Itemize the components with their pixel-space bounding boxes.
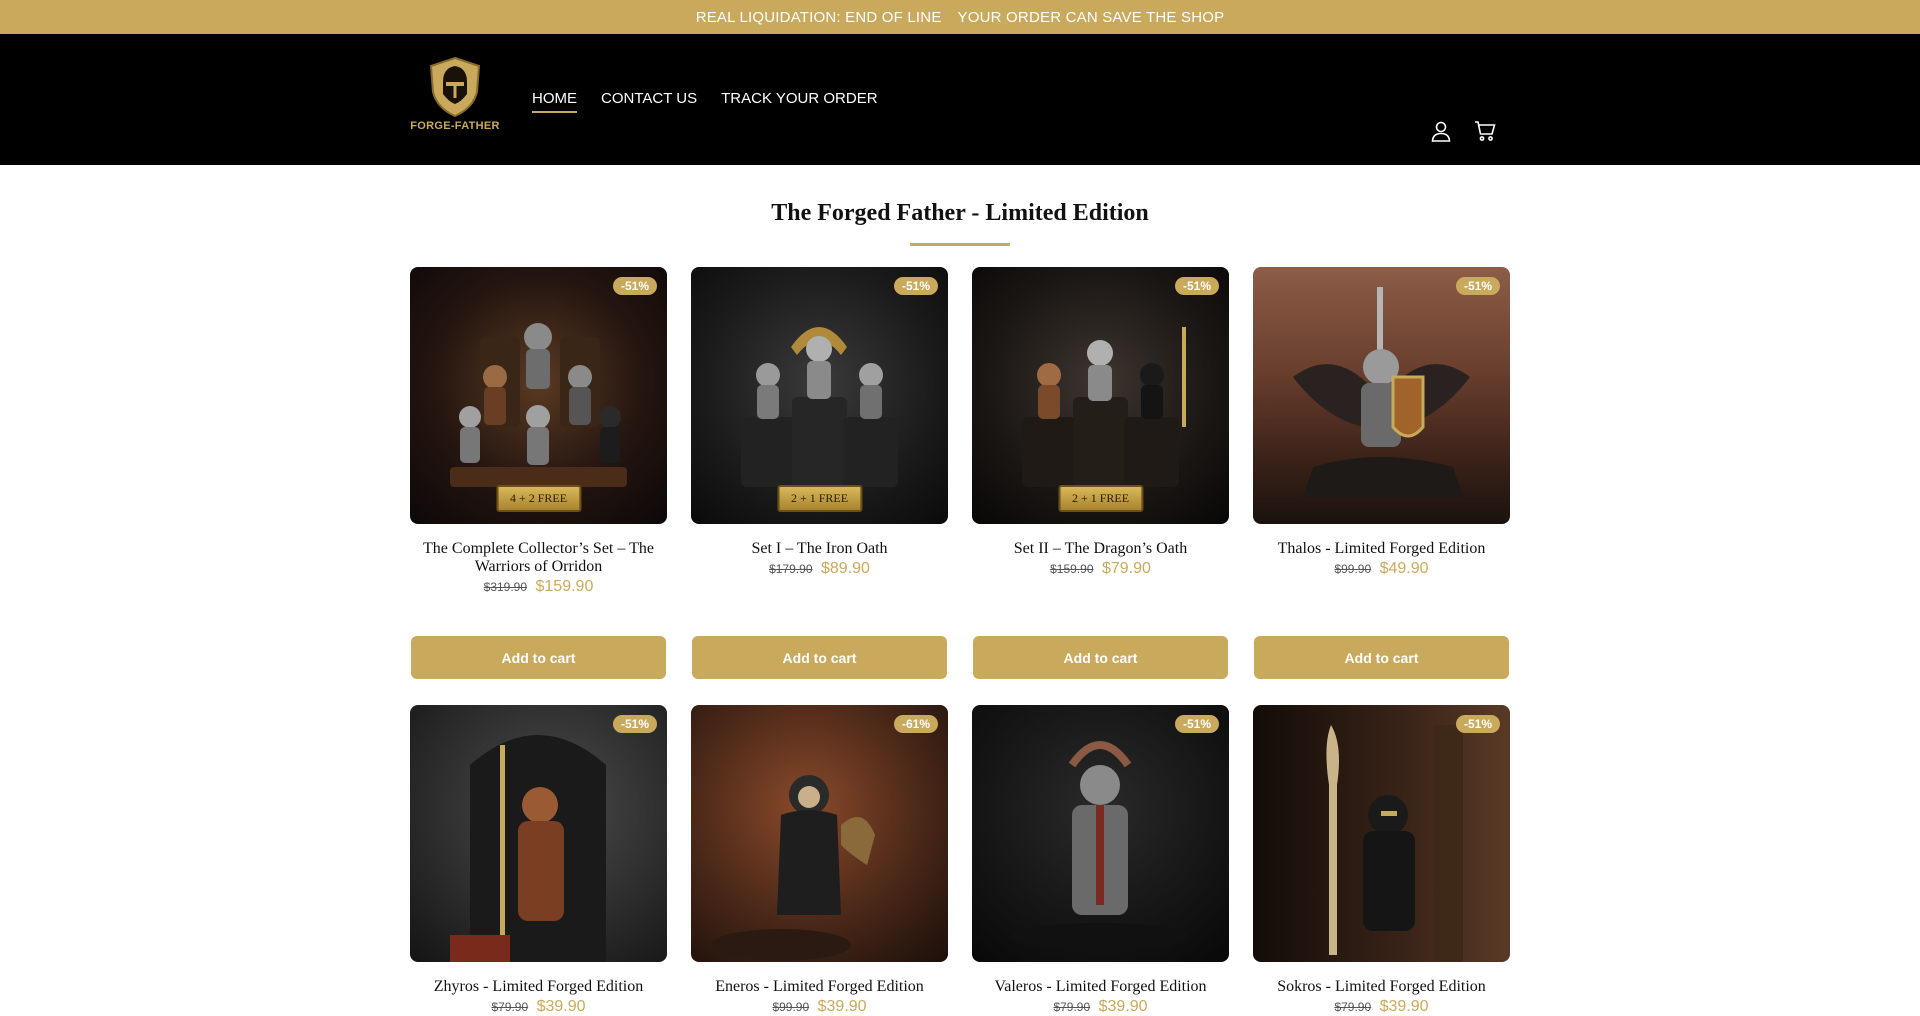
- promo-label: 2 + 1 FREE: [776, 485, 863, 512]
- cart-icon[interactable]: [1474, 120, 1496, 142]
- product-title[interactable]: Thalos - Limited Forged Edition: [1253, 540, 1510, 558]
- product-title[interactable]: Valeros - Limited Forged Edition: [972, 978, 1229, 996]
- promo-label: 2 + 1 FREE: [1057, 485, 1144, 512]
- figure-valeros-image: [1010, 741, 1190, 951]
- add-to-cart-button[interactable]: Add to cart: [973, 636, 1228, 679]
- discount-badge: -51%: [1455, 277, 1500, 295]
- announcement-right: YOUR ORDER CAN SAVE THE SHOP: [957, 8, 1225, 26]
- helmet-shield-icon: [429, 56, 481, 118]
- discount-badge: -51%: [1455, 715, 1500, 733]
- old-price: $159.90: [1050, 562, 1094, 576]
- product-card[interactable]: -51% Sokros - Limited Forged Edition $79…: [1253, 705, 1510, 1016]
- sale-price: $79.90: [1101, 560, 1151, 577]
- product-title[interactable]: Set II – The Dragon’s Oath: [972, 540, 1229, 558]
- product-title[interactable]: Set I – The Iron Oath: [691, 540, 948, 558]
- price-row: $179.90 $89.90: [691, 560, 948, 578]
- old-price: $179.90: [769, 562, 813, 576]
- product-card[interactable]: -51% Valeros - Limited Forged Edition $7…: [972, 705, 1229, 1016]
- discount-badge: -61%: [893, 715, 938, 733]
- sale-price: $39.90: [536, 998, 586, 1015]
- product-image[interactable]: -51% 4 + 2 FREE: [410, 267, 667, 524]
- header-icons: [1430, 120, 1496, 142]
- promo-label: 4 + 2 FREE: [495, 485, 582, 512]
- product-title[interactable]: Zhyros - Limited Forged Edition: [410, 978, 667, 996]
- figure-zhyros-image: [450, 735, 606, 962]
- price-row: $79.90 $39.90: [972, 998, 1229, 1016]
- product-image[interactable]: -51%: [972, 705, 1229, 962]
- main-nav: HOME CONTACT US TRACK YOUR ORDER: [532, 90, 878, 113]
- product-image[interactable]: -51% 2 + 1 FREE: [691, 267, 948, 524]
- discount-badge: -51%: [1174, 715, 1219, 733]
- old-price: $99.90: [772, 1000, 810, 1014]
- product-image[interactable]: -51%: [410, 705, 667, 962]
- product-title[interactable]: Eneros - Limited Forged Edition: [691, 978, 948, 996]
- nav-home[interactable]: HOME: [532, 90, 577, 113]
- product-title[interactable]: Sokros - Limited Forged Edition: [1253, 978, 1510, 996]
- product-card[interactable]: -61% Eneros - Limited Forged Edition $99…: [691, 705, 948, 1016]
- product-card[interactable]: -51% 2 + 1 FREE Set II – The Dragon’s Oa…: [972, 267, 1229, 679]
- price-row: $79.90 $39.90: [1253, 998, 1510, 1016]
- logo-text: FORGE-FATHER: [410, 120, 500, 132]
- price-row: $99.90 $49.90: [1253, 560, 1510, 578]
- title-underline: [910, 243, 1010, 246]
- nav-contact-us[interactable]: CONTACT US: [601, 90, 697, 113]
- product-grid: -51% 4 + 2 FREE The Complete Collector’s…: [410, 267, 1511, 1016]
- product-title[interactable]: The Complete Collector’s Set – The Warri…: [410, 540, 667, 576]
- product-card[interactable]: -51% 2 + 1 FREE Set I – The Iron Oath $1…: [691, 267, 948, 679]
- product-image[interactable]: -51%: [1253, 705, 1510, 962]
- add-to-cart-button[interactable]: Add to cart: [411, 636, 666, 679]
- sale-price: $89.90: [820, 560, 870, 577]
- user-icon[interactable]: [1430, 120, 1452, 142]
- price-row: $159.90 $79.90: [972, 560, 1229, 578]
- sale-price: $39.90: [817, 998, 867, 1015]
- product-image[interactable]: -51% 2 + 1 FREE: [972, 267, 1229, 524]
- price-row: $319.90 $159.90: [410, 578, 667, 596]
- old-price: $319.90: [483, 580, 528, 594]
- sale-price: $49.90: [1379, 560, 1429, 577]
- product-card[interactable]: -51% Thalos - Limited Forged Edition $99…: [1253, 267, 1510, 679]
- figure-sokros-image: [1326, 725, 1463, 962]
- discount-badge: -51%: [1174, 277, 1219, 295]
- product-image[interactable]: -61%: [691, 705, 948, 962]
- sale-price: $159.90: [535, 578, 594, 595]
- logo[interactable]: FORGE-FATHER: [410, 56, 500, 146]
- price-row: $99.90 $39.90: [691, 998, 948, 1016]
- discount-badge: -51%: [612, 715, 657, 733]
- price-row: $79.90 $39.90: [410, 998, 667, 1016]
- sale-price: $39.90: [1379, 998, 1429, 1015]
- announcement-left: REAL LIQUIDATION: END OF LINE: [695, 8, 942, 26]
- section-title: The Forged Father - Limited Edition: [771, 200, 1149, 226]
- discount-badge: -51%: [893, 277, 938, 295]
- product-image[interactable]: -51%: [1253, 267, 1510, 524]
- figure-thalos-image: [1293, 287, 1470, 497]
- product-card[interactable]: -51% Zhyros - Limited Forged Edition $79…: [410, 705, 667, 1016]
- old-price: $79.90: [491, 1000, 529, 1014]
- old-price: $79.90: [1053, 1000, 1091, 1014]
- figure-eneros-image: [711, 775, 875, 961]
- add-to-cart-button[interactable]: Add to cart: [692, 636, 947, 679]
- old-price: $79.90: [1334, 1000, 1372, 1014]
- discount-badge: -51%: [612, 277, 657, 295]
- site-header: FORGE-FATHER HOME CONTACT US TRACK YOUR …: [0, 34, 1920, 165]
- nav-track-order[interactable]: TRACK YOUR ORDER: [721, 90, 877, 113]
- product-card[interactable]: -51% 4 + 2 FREE The Complete Collector’s…: [410, 267, 667, 679]
- sale-price: $39.90: [1098, 998, 1148, 1015]
- old-price: $99.90: [1334, 562, 1372, 576]
- add-to-cart-button[interactable]: Add to cart: [1254, 636, 1509, 679]
- announcement-bar: REAL LIQUIDATION: END OF LINE YOUR ORDER…: [0, 0, 1920, 34]
